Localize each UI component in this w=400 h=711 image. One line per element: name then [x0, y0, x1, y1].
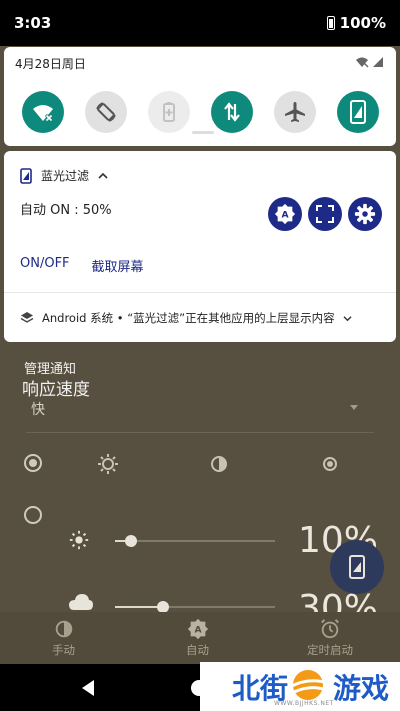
svg-text:A: A: [281, 210, 289, 221]
app-small-icon: [20, 167, 32, 184]
tile-battery-saver[interactable]: [148, 91, 190, 133]
dropdown-underline: [26, 432, 374, 433]
airplane-icon: [285, 102, 305, 122]
system-overlay-notification[interactable]: Android 系统 • “蓝光过滤”正在其他应用的上层显示内容: [20, 310, 352, 326]
bottom-tab-bar: 手动 A 自动 定时启动: [0, 612, 400, 664]
sun-icon: [69, 530, 89, 550]
watermark-url: WWW.BJJHKS.NET: [274, 700, 334, 707]
brightness-medium-icon[interactable]: [207, 452, 231, 476]
settings-button[interactable]: [348, 197, 382, 231]
screenshot-action[interactable]: 截取屏幕: [92, 256, 144, 275]
gear-icon: [354, 203, 376, 225]
battery-saver-icon: [163, 102, 175, 122]
cell-signal-icon: [373, 57, 383, 67]
mode-radio-selected[interactable]: [24, 454, 42, 472]
watermark-logo-icon: [289, 670, 329, 700]
cloud-icon: [69, 594, 93, 610]
alarm-clock-icon: [321, 619, 339, 639]
tab-auto[interactable]: A 自动: [186, 618, 209, 658]
notification-divider: [4, 292, 396, 293]
notification-title: 自动 ON : 50%: [20, 203, 112, 218]
mode-radio-custom[interactable]: [24, 506, 42, 524]
screenshot-icon: [316, 205, 334, 223]
mobile-data-icon: [224, 102, 240, 122]
manual-mode-icon: [55, 620, 72, 638]
quick-settings-panel: 4月28日周日: [4, 47, 396, 146]
floating-filter-button[interactable]: [330, 540, 384, 594]
chevron-up-icon[interactable]: [98, 172, 108, 180]
tab-auto-label: 自动: [186, 643, 209, 657]
watermark: 北街 游戏 WWW.BJJHKS.NET: [200, 662, 400, 711]
color-slider-fill: [115, 606, 163, 608]
watermark-right-text: 游戏: [333, 672, 390, 705]
tab-manual[interactable]: 手动: [52, 618, 75, 658]
tab-timer[interactable]: 定时启动: [307, 618, 353, 658]
screenshot-button[interactable]: [308, 197, 342, 231]
response-speed-title: 响应速度: [22, 380, 90, 400]
notification-header[interactable]: 蓝光过滤: [20, 167, 108, 184]
brightness-low-icon[interactable]: [96, 452, 120, 476]
auto-rotate-icon: [96, 102, 116, 122]
wifi-off-icon: [33, 105, 54, 123]
auto-mode-icon: A: [187, 618, 208, 640]
back-icon[interactable]: [82, 680, 94, 696]
tile-mobile-data[interactable]: [211, 91, 253, 133]
tile-airplane-mode[interactable]: [274, 91, 316, 133]
tile-wifi[interactable]: [22, 91, 64, 133]
quick-settings-drag-handle[interactable]: [192, 131, 214, 134]
tile-blue-light-filter[interactable]: [337, 91, 379, 133]
auto-mode-button[interactable]: A: [268, 197, 302, 231]
color-slider[interactable]: [115, 601, 275, 613]
wifi-off-small-icon: [356, 57, 369, 68]
battery-status: 100%: [326, 14, 386, 32]
response-speed-dropdown[interactable]: 快: [31, 399, 45, 419]
system-overlay-message: Android 系统 • “蓝光过滤”正在其他应用的上层显示内容: [42, 311, 335, 325]
dropdown-arrow-icon: [350, 405, 358, 410]
notification-app-name: 蓝光过滤: [41, 169, 90, 183]
status-bar: 3:03 100%: [0, 0, 400, 46]
chevron-down-icon[interactable]: [343, 315, 352, 322]
brightness-slider-knob[interactable]: [125, 535, 137, 547]
brightness-slider[interactable]: [115, 535, 275, 547]
blue-light-filter-icon: [350, 100, 366, 124]
layers-icon: [20, 312, 34, 323]
tab-manual-label: 手动: [52, 643, 75, 657]
auto-brightness-icon: A: [274, 203, 296, 225]
onoff-action[interactable]: ON/OFF: [20, 256, 70, 275]
phone-filter-icon: [349, 555, 365, 579]
brightness-high-icon[interactable]: [318, 452, 342, 476]
battery-icon: [326, 16, 335, 30]
signal-indicators: [355, 56, 384, 68]
quick-settings-date: 4月28日周日: [15, 57, 86, 71]
status-time: 3:03: [14, 14, 52, 32]
tile-auto-rotate[interactable]: [85, 91, 127, 133]
notification-card[interactable]: 蓝光过滤 自动 ON : 50% A ON/OFF 截取屏幕 Android 系…: [4, 151, 396, 342]
notification-actions: ON/OFF 截取屏幕: [20, 256, 144, 275]
tab-timer-label: 定时启动: [307, 643, 353, 657]
svg-text:A: A: [194, 625, 202, 636]
battery-percent: 100%: [339, 14, 386, 32]
notification-control-buttons: A: [268, 197, 382, 231]
